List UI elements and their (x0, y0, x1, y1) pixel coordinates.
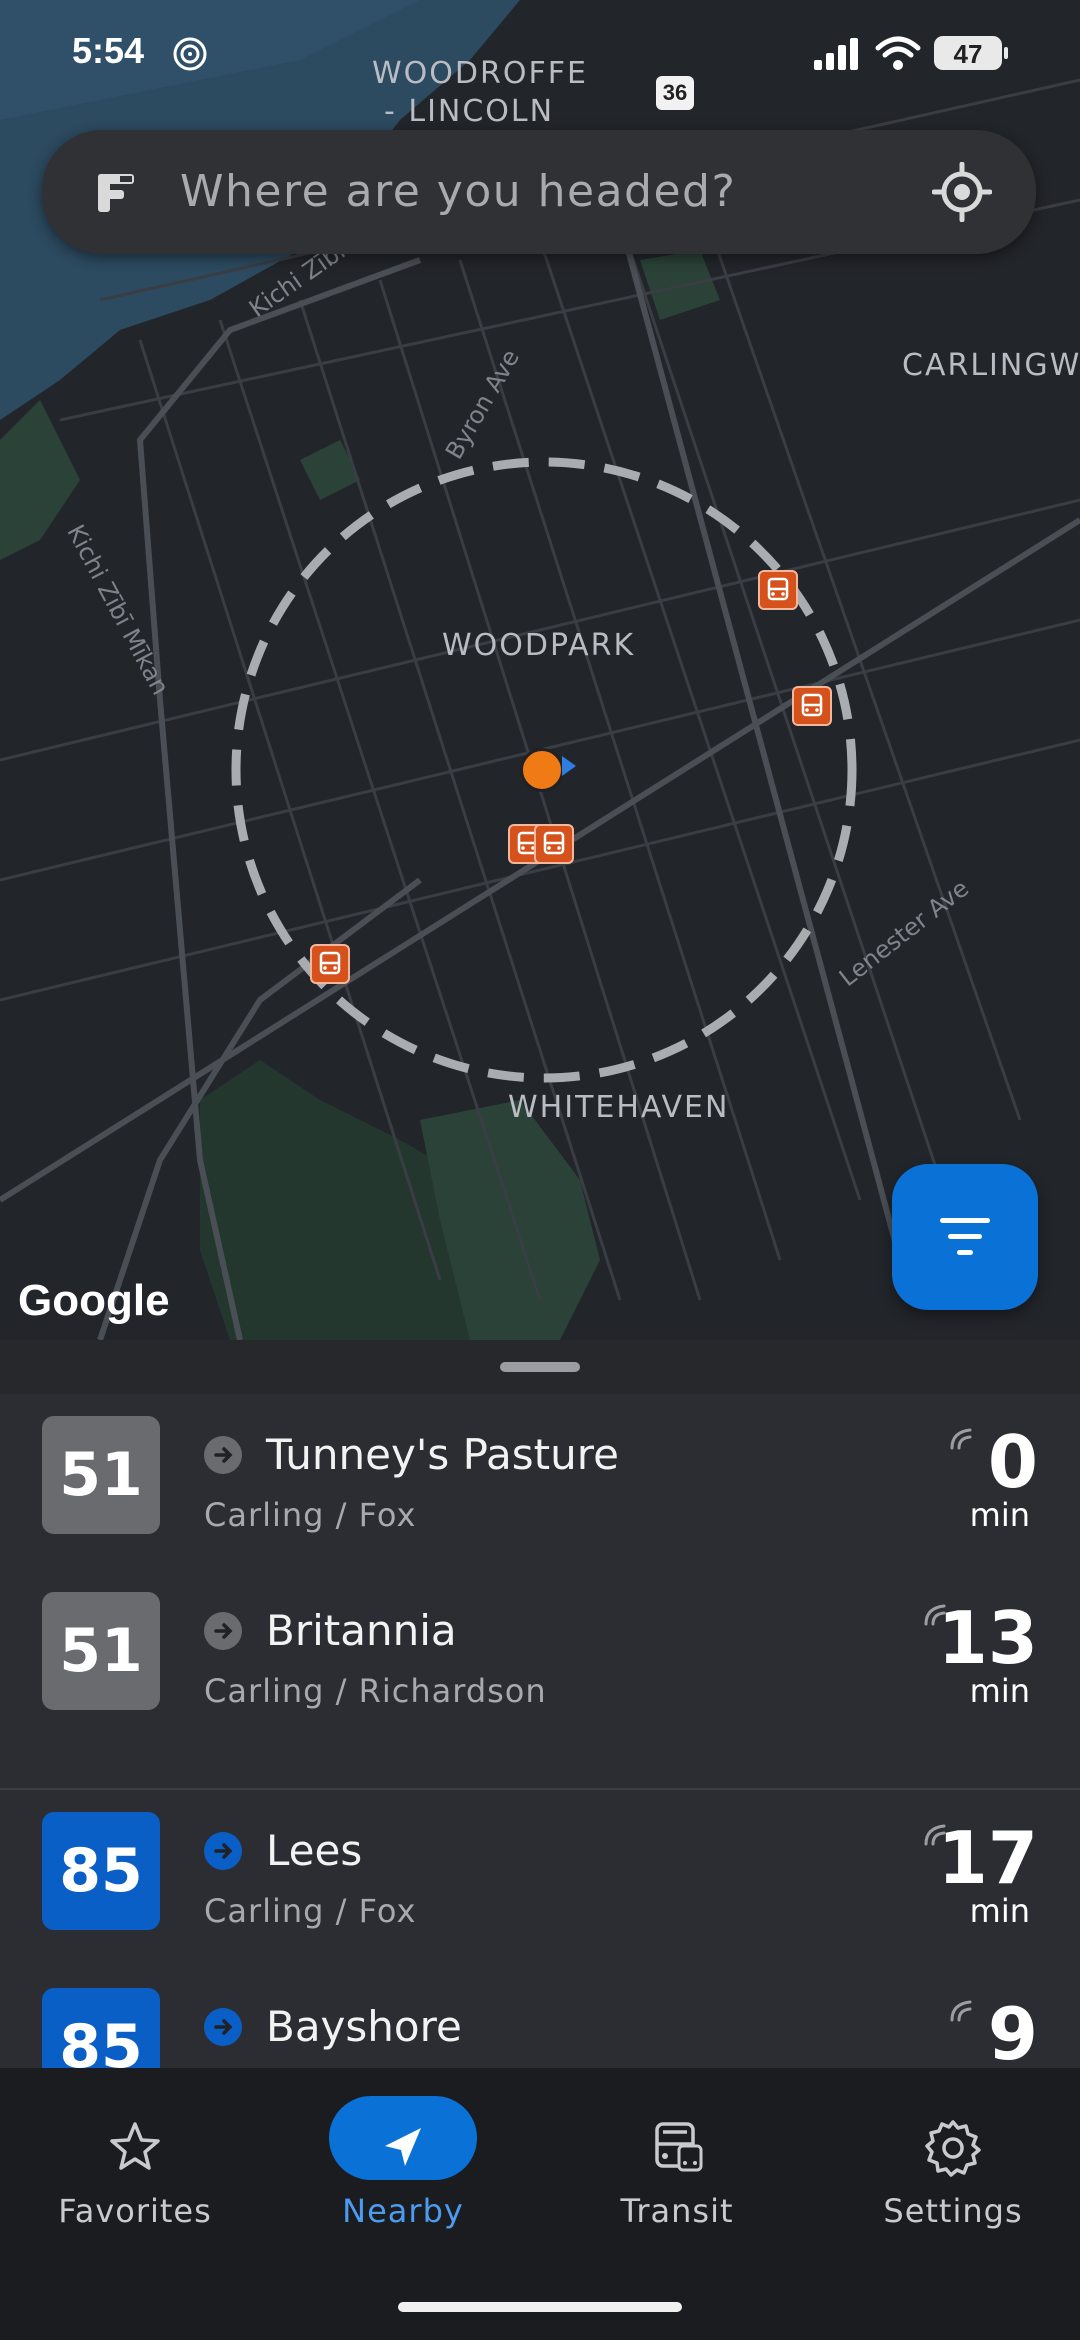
my-location-icon[interactable] (932, 162, 992, 222)
route-badge: 85 (42, 1812, 160, 1930)
bus-icon (319, 951, 341, 975)
departure-row[interactable]: 51 Tunney's Pasture Carling / Fox 0 min (0, 1392, 1080, 1568)
eta-minutes: 9 (987, 1992, 1038, 2068)
stop-name: Carling / Fox (204, 1496, 417, 1534)
user-location-dot (520, 748, 564, 792)
bus-icon (655, 2122, 703, 2172)
stop-name: Carling / Fox (204, 1892, 417, 1930)
home-indicator[interactable] (398, 2302, 682, 2312)
route-number: 85 (59, 1836, 143, 1906)
navigation-arrow-icon (385, 2128, 421, 2166)
tab-favorites[interactable]: Favorites (0, 2068, 270, 2268)
sheet-drag-handle[interactable] (500, 1362, 580, 1372)
neighborhood-label: WOODROFFE (372, 56, 588, 91)
departure-row[interactable]: 85 Lees Carling / Fox 17 min (0, 1788, 1080, 1964)
search-bar[interactable]: Where are you headed? (42, 130, 1036, 254)
bus-icon (543, 831, 565, 855)
map-view[interactable]: WOODROFFE - LINCOLN WOODPARK WHITEHAVEN … (0, 0, 1080, 1340)
destination-name: Lees (266, 1826, 363, 1875)
eta-unit: min (969, 1672, 1030, 1710)
star-icon (110, 2122, 160, 2170)
departures-sheet[interactable]: 51 Tunney's Pasture Carling / Fox 0 min … (0, 1340, 1080, 2068)
departure-row[interactable]: 85 Bayshore 9 (0, 1964, 1080, 2068)
direction-arrow-icon (204, 1832, 242, 1870)
eta-unit: min (969, 1892, 1030, 1930)
bus-icon (801, 693, 823, 717)
filter-icon (940, 1218, 990, 1255)
bus-icon (767, 577, 789, 601)
destination-name: Tunney's Pasture (266, 1430, 619, 1479)
route-number: 51 (59, 1440, 143, 1510)
direction-arrow-icon (204, 1612, 242, 1650)
search-placeholder[interactable]: Where are you headed? (180, 166, 736, 217)
bus-stop-marker[interactable] (792, 686, 832, 726)
eta-unit: min (969, 1496, 1030, 1534)
eta-minutes: 13 (937, 1596, 1038, 1680)
bus-stop-marker[interactable] (534, 824, 574, 864)
destination-name: Bayshore (266, 2002, 462, 2051)
route-number: 51 (59, 1616, 143, 1686)
route-shield-icon: 36 (656, 76, 694, 110)
stop-name: Carling / Richardson (204, 1672, 547, 1710)
battery-icon: 47 (934, 36, 1008, 70)
tab-label: Nearby (342, 2192, 464, 2230)
tab-label: Transit (620, 2192, 734, 2230)
departure-row[interactable]: 51 Britannia Carling / Richardson 13 min (0, 1568, 1080, 1744)
eta-minutes: 17 (937, 1816, 1038, 1900)
bus-stop-marker[interactable] (758, 570, 798, 610)
bottom-tab-bar: Favorites Nearby Transit Settings (0, 2068, 1080, 2340)
route-badge: 85 (42, 1988, 160, 2068)
bus-stop-marker[interactable] (310, 944, 350, 984)
tab-transit[interactable]: Transit (542, 2068, 812, 2268)
heading-arrow-icon (562, 756, 576, 776)
tab-nearby[interactable]: Nearby (268, 2068, 538, 2268)
tab-label: Settings (883, 2192, 1023, 2230)
route-shield-number: 36 (662, 80, 688, 105)
signal-icon (814, 38, 858, 70)
neighborhood-label: - LINCOLN (384, 94, 555, 129)
realtime-signal-icon (950, 2000, 972, 2022)
realtime-signal-icon (950, 1428, 972, 1450)
destination-name: Britannia (266, 1606, 457, 1655)
google-attribution-logo: Google (18, 1276, 170, 1325)
filter-button[interactable] (892, 1164, 1038, 1310)
direction-arrow-icon (204, 2008, 242, 2046)
eta-minutes: 0 (987, 1420, 1038, 1504)
focus-mode-icon (173, 37, 207, 71)
neighborhood-label: CARLINGW (902, 348, 1080, 383)
neighborhood-label: WOODPARK (442, 628, 636, 663)
direction-arrow-icon (204, 1436, 242, 1474)
app-logo-icon (98, 174, 134, 212)
tab-settings[interactable]: Settings (818, 2068, 1080, 2268)
route-badge: 51 (42, 1416, 160, 1534)
battery-level: 47 (953, 39, 983, 69)
gear-icon (925, 2120, 981, 2177)
route-badge: 51 (42, 1592, 160, 1710)
tab-label: Favorites (58, 2192, 212, 2230)
wifi-icon (875, 36, 921, 70)
neighborhood-label: WHITEHAVEN (508, 1090, 730, 1125)
status-time: 5:54 (72, 30, 145, 71)
route-number: 85 (59, 2012, 143, 2068)
